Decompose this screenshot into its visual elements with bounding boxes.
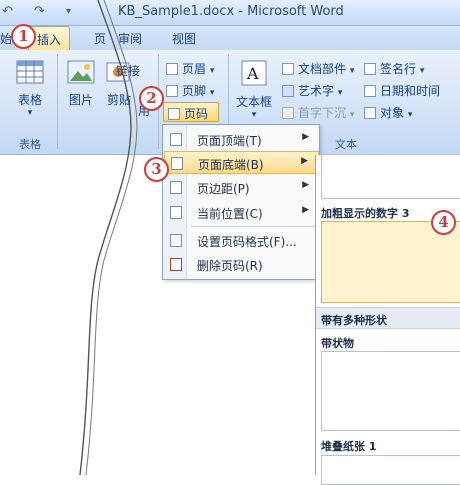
footer-icon [166,85,178,97]
gallery-item-ribbon[interactable] [321,351,460,431]
group-divider [57,54,58,149]
object-icon [364,107,376,119]
object-caret-icon: ▾ [407,110,413,120]
undo-icon[interactable]: ↶ [2,4,13,19]
footer-caret-icon: ▾ [209,88,215,98]
step-badge: 4 [431,210,456,235]
quick-access-customize-icon[interactable]: ▾ [66,6,71,17]
header-icon [166,63,178,75]
table-icon [16,60,44,84]
table-button[interactable]: 表格 ▾ [12,60,48,118]
signature-line-button[interactable]: 签名行 ▾ [364,60,424,77]
current-position-icon [170,206,182,219]
remove-page-number-icon [170,258,182,271]
footer-button[interactable]: 页脚 ▾ [166,82,214,99]
menu-item-format-page-numbers[interactable]: 设置页码格式(F)... [164,229,319,252]
submenu-arrow-icon: ▶ [301,156,308,166]
gallery-section-label: 带有多种形状 [321,314,387,327]
page-bottom-gallery: 加粗显示的数字 3 带有多种形状 带状物 堆叠纸张 1 [315,154,460,485]
text-group-label: 文本 [335,138,357,151]
menu-item-label: 页边距(P) [197,182,250,196]
picture-button[interactable]: 图片 [64,60,98,108]
drop-cap-caret-icon: ▾ [349,110,355,120]
footer-label: 页脚 [182,84,207,98]
header-button[interactable]: 页眉 ▾ [166,60,214,77]
gallery-section-header: 带有多种形状 [316,307,460,329]
quick-parts-button[interactable]: 文档部件 ▾ [282,60,354,77]
format-page-number-icon [170,234,182,247]
redo-icon[interactable]: ↷ [34,4,45,19]
menu-separator [191,226,317,227]
table-group-label: 表格 [19,138,41,151]
table-label: 表格 [17,93,42,107]
signature-icon [364,63,376,75]
object-label: 对象 [380,106,405,120]
text-box-icon: A [241,60,267,86]
text-box-label: 文本框 [235,95,272,109]
menu-item-label: 页面底端(B) [198,158,264,172]
gallery-item-label: 带状物 [321,337,354,350]
picture-icon [67,60,95,84]
page-number-icon [168,108,180,120]
picture-label: 图片 [68,93,93,107]
tab-review[interactable]: 审阅 [118,30,142,47]
text-box-button[interactable]: A 文本框 ▾ [232,60,276,120]
calendar-icon [364,85,376,97]
gallery-item-stacked-paper[interactable] [321,455,460,485]
menu-item-label: 设置页码格式(F)... [197,235,297,249]
tab-page-layout[interactable]: 页 [94,30,106,47]
menu-item-current-position[interactable]: 当前位置(C) ▶ [164,201,319,224]
page-number-label: 页码 [184,107,209,121]
submenu-arrow-icon: ▶ [302,132,309,142]
hyperlink-button[interactable]: 链接 [116,62,140,79]
date-time-label: 日期和时间 [380,84,441,98]
quick-parts-caret-icon: ▾ [349,66,355,76]
ribbon-tabs: 始 插入 页 审阅 视图 [0,26,460,50]
submenu-arrow-icon: ▶ [302,180,309,190]
date-time-button[interactable]: 日期和时间 [364,82,440,99]
header-label: 页眉 [182,62,207,76]
menu-item-label: 页面顶端(T) [197,134,262,148]
clip-art-label: 剪贴 [106,93,131,107]
submenu-arrow-icon: ▶ [302,205,309,215]
gallery-item-label: 堆叠纸张 1 [321,440,377,453]
menu-item-page-margins[interactable]: 页边距(P) ▶ [164,176,319,199]
window-title: KB_Sample1.docx - Microsoft Word [118,4,344,19]
header-caret-icon: ▾ [209,66,215,76]
wordart-button[interactable]: 艺术字 ▾ [282,82,342,99]
page-top-icon [170,133,182,146]
title-bar: ↶ ↷ ▾ KB_Sample1.docx - Microsoft Word [0,0,460,26]
menu-item-remove-page-numbers[interactable]: 删除页码(R) [164,253,319,276]
text-box-caret-icon: ▾ [251,110,257,120]
drop-cap-label: 首字下沉 [298,106,347,120]
menu-item-label: 删除页码(R) [197,259,263,273]
wordart-label: 艺术字 [298,84,335,98]
step-badge: 1 [11,24,36,49]
step-badge: 3 [144,157,169,182]
drop-cap-icon [282,107,294,119]
wordart-caret-icon: ▾ [337,88,343,98]
step-badge: 2 [139,86,164,111]
quick-parts-icon [282,63,294,75]
signature-label: 签名行 [380,62,417,76]
table-caret-icon: ▾ [27,108,33,118]
signature-caret-icon: ▾ [419,66,425,76]
menu-item-bottom-of-page[interactable]: 页面底端(B) ▶ [164,151,319,174]
quick-parts-label: 文档部件 [298,62,347,76]
gallery-item-label: 加粗显示的数字 3 [321,207,410,220]
wordart-icon [282,85,294,97]
menu-item-label: 当前位置(C) [197,207,263,221]
drop-cap-button[interactable]: 首字下沉 ▾ [282,104,354,121]
object-button[interactable]: 对象 ▾ [364,104,412,121]
page-number-menu: 页面顶端(T) ▶ 页面底端(B) ▶ 页边距(P) ▶ 当前位置(C) ▶ 设… [162,124,320,280]
page-margin-icon [170,181,182,194]
page-bottom-icon [171,157,183,170]
menu-item-top-of-page[interactable]: 页面顶端(T) ▶ [164,128,319,151]
svg-text:A: A [246,64,259,83]
gallery-item-preview[interactable] [321,154,460,199]
tab-view[interactable]: 视图 [172,30,196,47]
page-number-button[interactable]: 页码 ▾ [163,102,219,136]
